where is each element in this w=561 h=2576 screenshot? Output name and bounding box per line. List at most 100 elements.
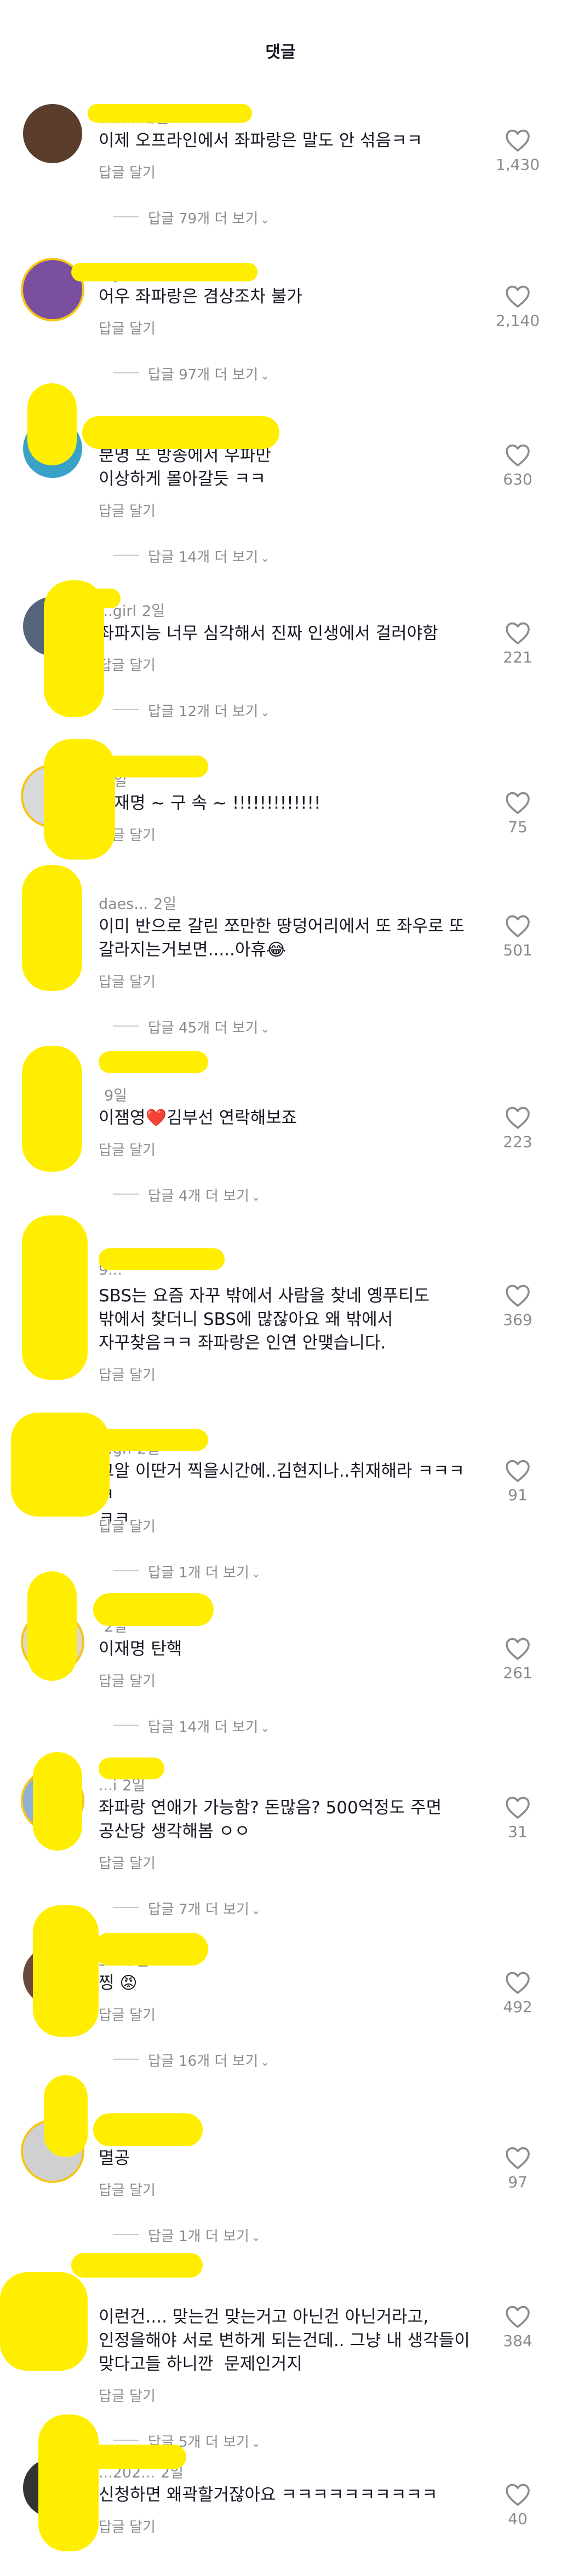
- like-button[interactable]: 2,140: [493, 284, 542, 330]
- heart-icon[interactable]: [505, 1283, 531, 1307]
- view-replies-button[interactable]: 답글 97개 더 보기 ⌄: [113, 364, 270, 384]
- comment-text: 이재명 ~ 구 속 ~ !!!!!!!!!!!!!: [99, 793, 321, 813]
- like-button[interactable]: 261: [493, 1636, 542, 1682]
- view-replies-prefix: 답글: [148, 367, 179, 383]
- heart-icon[interactable]: [505, 1459, 531, 1483]
- reply-button[interactable]: 답글 달기: [99, 1364, 156, 1384]
- heart-icon[interactable]: [505, 1795, 531, 1819]
- heart-icon[interactable]: [505, 621, 531, 645]
- like-button[interactable]: 75: [493, 791, 542, 836]
- like-button[interactable]: 492: [493, 1970, 542, 2016]
- view-replies-prefix: 답글: [148, 1565, 179, 1581]
- highlight-scribble: [93, 1593, 214, 1626]
- reply-count: 79: [179, 211, 197, 227]
- comment-username[interactable]: daes... 2일: [99, 892, 176, 913]
- heart-icon[interactable]: [505, 2482, 531, 2506]
- view-replies-button[interactable]: 답글 14개 더 보기 ⌄: [113, 546, 270, 566]
- like-count: 384: [503, 2332, 533, 2350]
- like-button[interactable]: 630: [493, 443, 542, 488]
- view-replies-suffix: 개 더 보기: [197, 367, 259, 383]
- heart-icon[interactable]: [505, 443, 531, 467]
- reply-count: 7: [179, 1901, 188, 1918]
- reply-button[interactable]: 답글 달기: [99, 2385, 156, 2405]
- reply-button[interactable]: 답글 달기: [99, 318, 156, 338]
- highlight-scribble: [71, 263, 257, 281]
- reply-button[interactable]: 답글 달기: [99, 1852, 156, 1872]
- heart-icon[interactable]: [505, 2304, 531, 2329]
- username-text[interactable]: ...i: [99, 1777, 117, 1794]
- like-button[interactable]: 221: [493, 621, 542, 666]
- reply-button[interactable]: 답글 달기: [99, 1670, 156, 1690]
- like-button[interactable]: 384: [493, 2304, 542, 2350]
- highlight-scribble: [93, 2113, 203, 2146]
- heart-icon[interactable]: [505, 1105, 531, 1129]
- highlight-scribble: [27, 383, 77, 465]
- highlight-scribble: [82, 2445, 186, 2469]
- heart-icon[interactable]: [505, 2146, 531, 2170]
- comment-time: 2일: [142, 603, 165, 620]
- reply-button[interactable]: 답글 달기: [99, 971, 156, 991]
- heart-icon[interactable]: [505, 128, 531, 152]
- highlight-scribble: [44, 2075, 88, 2157]
- like-button[interactable]: 31: [493, 1795, 542, 1841]
- like-button[interactable]: 501: [493, 914, 542, 959]
- comment-username[interactable]: [99, 2283, 104, 2300]
- view-replies-prefix: 답글: [148, 2053, 179, 2070]
- reply-button[interactable]: 답글 달기: [99, 654, 156, 675]
- view-replies-button[interactable]: 답글 7개 더 보기 ⌄: [113, 1898, 261, 1918]
- view-replies-prefix: 답글: [148, 1719, 179, 1736]
- highlight-scribble: [27, 1571, 77, 1681]
- view-replies-button[interactable]: 답글 1개 더 보기 ⌄: [113, 2225, 261, 2245]
- like-button[interactable]: 1,430: [493, 128, 542, 174]
- view-replies-suffix: 개 더 보기: [197, 704, 259, 720]
- view-replies-button[interactable]: 답글 16개 더 보기 ⌄: [113, 2050, 270, 2070]
- comment-text: 이제 오프라인에서 좌파랑은 말도 안 섞음ㅋㅋ: [99, 131, 423, 151]
- like-button[interactable]: 369: [493, 1283, 542, 1329]
- highlight-scribble: [82, 589, 121, 608]
- chevron-down-icon: ⌄: [251, 2231, 261, 2244]
- view-replies-button[interactable]: 답글 79개 더 보기 ⌄: [113, 208, 270, 228]
- comment-text: 이잼영❤️김부선 연락해보죠: [99, 1108, 297, 1128]
- reply-count: 1: [179, 1565, 188, 1581]
- reply-count: 16: [179, 2053, 197, 2070]
- like-button[interactable]: 223: [493, 1105, 542, 1151]
- divider: [113, 2440, 139, 2441]
- highlight-scribble: [99, 1248, 225, 1270]
- view-replies-suffix: 개 더 보기: [187, 2228, 249, 2245]
- username-text[interactable]: daes...: [99, 896, 148, 913]
- comment-text: 신청하면 왜곽할거잖아요 ㅋㅋㅋㅋㅋㅋㅋㅋㅋㅋ: [99, 2485, 438, 2505]
- heart-icon[interactable]: [505, 1636, 531, 1661]
- reply-button[interactable]: 답글 달기: [99, 1515, 156, 1536]
- view-replies-suffix: 개 더 보기: [197, 2053, 259, 2070]
- reply-button[interactable]: 답글 달기: [99, 1139, 156, 1159]
- heart-icon[interactable]: [505, 914, 531, 938]
- view-replies-button[interactable]: 답글 45개 더 보기 ⌄: [113, 1017, 270, 1037]
- view-replies-suffix: 개 더 보기: [187, 1188, 249, 1205]
- like-button[interactable]: 91: [493, 1459, 542, 1504]
- reply-button[interactable]: 답글 달기: [99, 2516, 156, 2536]
- heart-icon[interactable]: [505, 284, 531, 308]
- heart-icon[interactable]: [505, 1970, 531, 1995]
- highlight-scribble: [33, 1905, 99, 2037]
- like-count: 75: [508, 818, 528, 836]
- view-replies-button[interactable]: 답글 12개 더 보기 ⌄: [113, 700, 270, 721]
- divider: [113, 2234, 139, 2235]
- reply-button[interactable]: 답글 달기: [99, 500, 156, 520]
- like-count: 223: [503, 1133, 533, 1151]
- chevron-down-icon: ⌄: [260, 213, 270, 226]
- view-replies-button[interactable]: 답글 1개 더 보기 ⌄: [113, 1561, 261, 1582]
- view-replies-suffix: 개 더 보기: [197, 211, 259, 227]
- reply-button[interactable]: 답글 달기: [99, 2004, 156, 2024]
- reply-button[interactable]: 답글 달기: [99, 162, 156, 182]
- avatar[interactable]: [23, 104, 82, 163]
- like-count: 221: [503, 648, 533, 666]
- view-replies-button[interactable]: 답글 4개 더 보기 ⌄: [113, 1185, 261, 1205]
- heart-icon[interactable]: [505, 791, 531, 815]
- like-button[interactable]: 40: [493, 2482, 542, 2528]
- comment-text: 멸공: [99, 2148, 130, 2168]
- like-button[interactable]: 97: [493, 2146, 542, 2191]
- comment-username[interactable]: 9일: [99, 1084, 127, 1105]
- comment-text: 좌파지능 너무 심각해서 진짜 인생에서 걸러야함: [99, 624, 438, 643]
- view-replies-button[interactable]: 답글 14개 더 보기 ⌄: [113, 1716, 270, 1736]
- reply-button[interactable]: 답글 달기: [99, 2179, 156, 2199]
